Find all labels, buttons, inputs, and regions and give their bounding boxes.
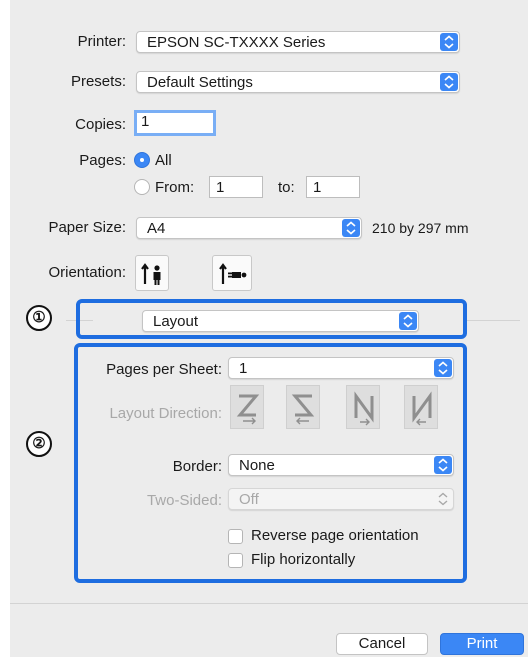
presets-label: Presets: [70, 73, 126, 90]
popup-chevron-icon [342, 219, 360, 237]
portrait-orientation-icon [141, 263, 161, 285]
landscape-orientation-icon [219, 263, 247, 284]
border-popup[interactable]: None [228, 454, 454, 476]
pages-all-label: All [155, 152, 172, 169]
n-down-direction-icon [354, 391, 374, 426]
pages-to-input[interactable]: 1 [306, 176, 360, 198]
copies-value: 1 [141, 113, 150, 130]
callout-marker-1: ① [26, 305, 52, 331]
z-direction-icon [236, 394, 260, 425]
popup-chevron-icon [440, 33, 458, 51]
layout-direction-n-reverse-button[interactable] [404, 385, 438, 429]
popup-chevron-icon [434, 490, 452, 508]
layout-direction-label: Layout Direction: [109, 405, 222, 422]
orientation-label: Orientation: [48, 264, 126, 281]
pages-from-value: 1 [216, 179, 225, 196]
popup-chevron-icon [440, 73, 458, 91]
layout-direction-z-button[interactable] [230, 385, 264, 429]
n-reverse-direction-icon [412, 391, 432, 426]
landscape-orientation-button[interactable] [212, 255, 252, 291]
pages-all-radio[interactable] [134, 152, 150, 168]
presets-popup[interactable]: Default Settings [136, 71, 460, 93]
popup-chevron-icon [434, 359, 452, 377]
copies-label: Copies: [75, 116, 126, 133]
paper-size-label: Paper Size: [48, 219, 126, 236]
cancel-button[interactable]: Cancel [336, 633, 428, 655]
pages-from-input[interactable]: 1 [209, 176, 263, 198]
presets-value: Default Settings [147, 74, 253, 91]
layout-direction-reverse-z-button[interactable] [286, 385, 320, 429]
popup-chevron-icon [434, 456, 452, 474]
flip-horizontally-checkbox[interactable] [228, 553, 243, 568]
paper-dimensions: 210 by 297 mm [372, 220, 469, 236]
paper-size-value: A4 [147, 220, 166, 237]
pages-from-radio[interactable] [134, 179, 150, 195]
border-value: None [239, 457, 275, 474]
pages-per-sheet-value: 1 [239, 360, 248, 377]
two-sided-label: Two-Sided: [146, 492, 222, 509]
reverse-page-orientation-label: Reverse page orientation [251, 527, 419, 544]
printer-value: EPSON SC-TXXXX Series [147, 34, 326, 51]
separator [465, 320, 520, 321]
pages-label: Pages: [79, 152, 126, 169]
pages-to-label: to: [278, 179, 295, 196]
reverse-page-orientation-checkbox[interactable] [228, 529, 243, 544]
border-label: Border: [172, 458, 222, 475]
callout-marker-2: ② [26, 431, 52, 457]
callout-box-1 [76, 299, 467, 339]
reverse-z-direction-icon [291, 394, 315, 425]
pages-from-label: From: [155, 179, 195, 196]
two-sided-value: Off [239, 491, 259, 508]
portrait-orientation-button[interactable] [135, 255, 169, 291]
print-dialog: Printer: EPSON SC-TXXXX Series Presets: … [10, 0, 528, 657]
separator [10, 603, 528, 604]
paper-size-popup[interactable]: A4 [136, 217, 362, 239]
printer-popup[interactable]: EPSON SC-TXXXX Series [136, 31, 460, 53]
printer-label: Printer: [77, 33, 126, 50]
layout-direction-n-down-button[interactable] [346, 385, 380, 429]
pages-per-sheet-popup[interactable]: 1 [228, 357, 454, 379]
print-button[interactable]: Print [440, 633, 524, 655]
pages-to-value: 1 [313, 179, 322, 196]
two-sided-popup[interactable]: Off [228, 488, 454, 510]
copies-input[interactable]: 1 [134, 110, 216, 136]
pages-per-sheet-label: Pages per Sheet: [106, 361, 222, 378]
flip-horizontally-label: Flip horizontally [251, 551, 356, 568]
